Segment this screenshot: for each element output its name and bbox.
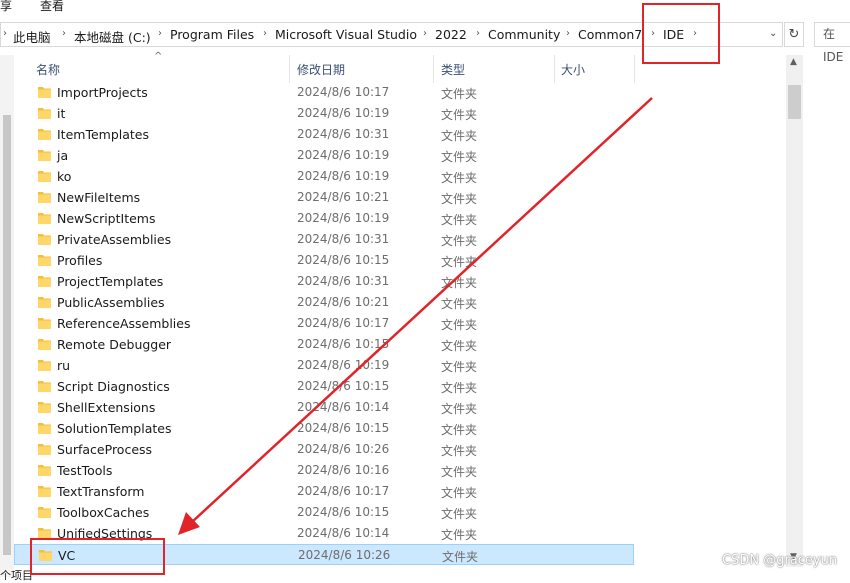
watermark: CSDN @graceyun bbox=[722, 553, 838, 568]
annotation-arrow bbox=[178, 97, 653, 535]
